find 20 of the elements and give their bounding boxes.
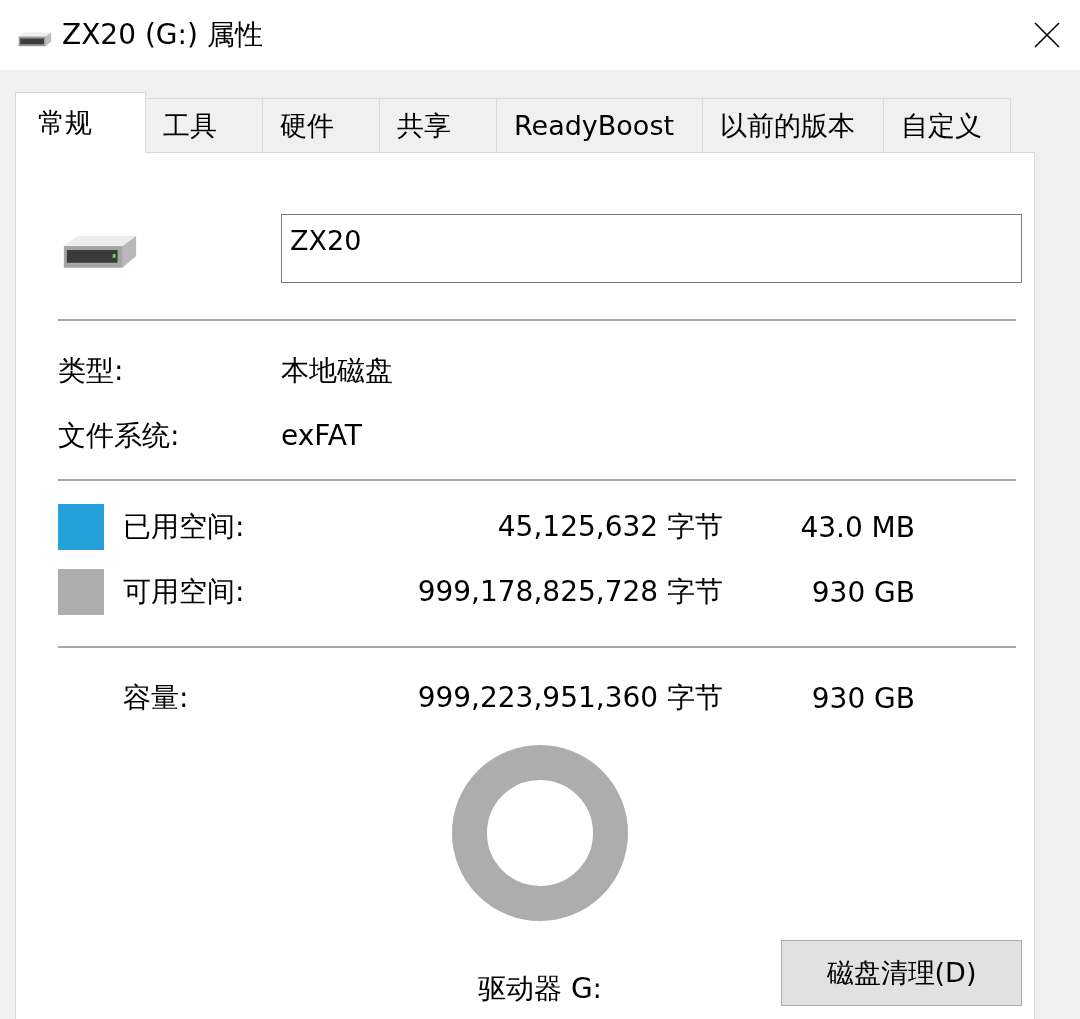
- size-value: 930 GB: [810, 681, 915, 715]
- byte-count: 999,178,825,728 字节: [416, 574, 723, 610]
- tab[interactable]: 常规: [15, 92, 146, 153]
- property-value: exFAT: [281, 418, 363, 454]
- size-value: 930 GB: [810, 575, 915, 609]
- window-title: ZX20 (G:) 属性: [62, 17, 263, 53]
- size-value: 43.0 MB: [799, 510, 915, 544]
- byte-count: 999,223,951,360 字节: [416, 680, 723, 716]
- drive-label: 驱动器 G:: [478, 971, 602, 1007]
- capacity-label: 容量:: [123, 680, 190, 716]
- byte-count: 45,125,632 字节: [496, 509, 723, 545]
- property-value: 本地磁盘: [281, 353, 394, 389]
- tab[interactable]: 自定义: [883, 98, 1012, 152]
- disk-cleanup-button[interactable]: 磁盘清理(D): [781, 940, 1022, 1006]
- close-icon[interactable]: [1034, 22, 1060, 48]
- property-label: 类型:: [58, 353, 125, 389]
- name-field[interactable]: ZX20: [281, 214, 1022, 283]
- property-label: 文件系统:: [58, 418, 181, 454]
- usage-label: 已用空间:: [123, 509, 246, 545]
- usage-label: 可用空间:: [123, 574, 246, 610]
